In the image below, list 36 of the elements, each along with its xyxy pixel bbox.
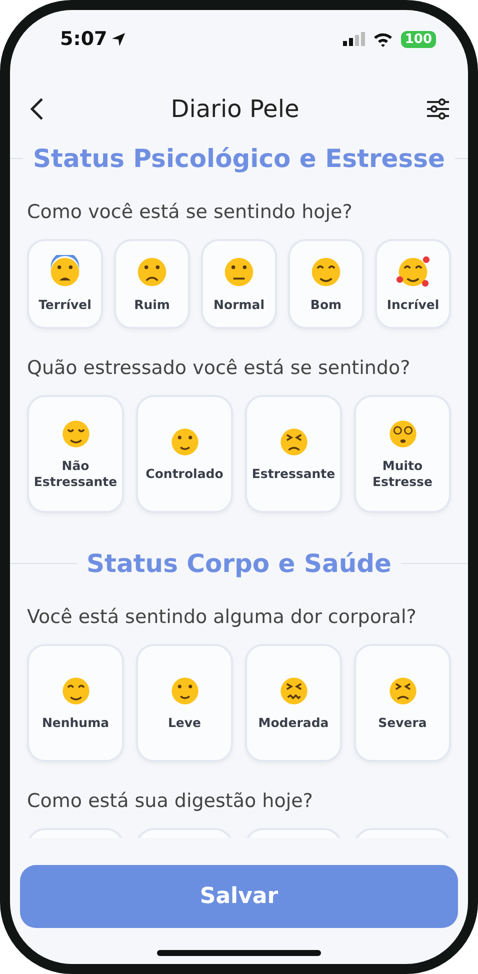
face-icon bbox=[386, 675, 418, 708]
option-card[interactable]: Bom bbox=[288, 239, 364, 329]
option-card[interactable]: Incrível bbox=[375, 239, 451, 329]
option-card[interactable]: Normal bbox=[201, 239, 277, 329]
face-icon bbox=[278, 426, 310, 458]
option-card[interactable]: Controlado bbox=[136, 395, 233, 513]
face-icon bbox=[168, 426, 200, 458]
face-icon bbox=[168, 675, 200, 708]
location-arrow-icon bbox=[111, 32, 126, 46]
option-card[interactable]: Leve bbox=[136, 644, 233, 762]
question-text: Quão estressado você está se sentindo? bbox=[27, 357, 412, 379]
question-text: Como você está se sentindo hoje? bbox=[27, 201, 354, 223]
option-card[interactable]: Estressante bbox=[245, 395, 342, 513]
option-card[interactable]: Muito Estresse bbox=[354, 395, 451, 513]
battery-level: 100 bbox=[400, 30, 436, 48]
option-card[interactable]: Não Estressante bbox=[27, 395, 124, 513]
face-icon bbox=[396, 255, 430, 290]
question-text: Você está sentindo alguma dor corporal? bbox=[27, 606, 418, 628]
section-title: Status Corpo e Saúde bbox=[86, 549, 392, 578]
signal-icon bbox=[342, 32, 365, 46]
face-icon bbox=[60, 418, 92, 450]
face-icon bbox=[278, 675, 310, 708]
option-card[interactable]: Moderada bbox=[245, 644, 342, 762]
option-card[interactable]: Terrível bbox=[27, 239, 103, 329]
section-title: Status Psicológico e Estresse bbox=[33, 144, 445, 173]
face-icon bbox=[60, 675, 92, 708]
option-card[interactable]: Severa bbox=[354, 644, 451, 762]
option-card[interactable]: Nenhuma bbox=[27, 644, 124, 762]
status-time: 5:07 bbox=[60, 28, 108, 50]
option-card[interactable]: Ruim bbox=[114, 239, 190, 329]
wifi-icon bbox=[372, 32, 393, 46]
question-text: Como está sua digestão hoje? bbox=[27, 790, 314, 812]
back-icon[interactable] bbox=[30, 97, 44, 121]
page-title: Diario Pele bbox=[170, 95, 300, 123]
face-icon bbox=[386, 418, 418, 450]
settings-icon[interactable] bbox=[426, 98, 450, 120]
